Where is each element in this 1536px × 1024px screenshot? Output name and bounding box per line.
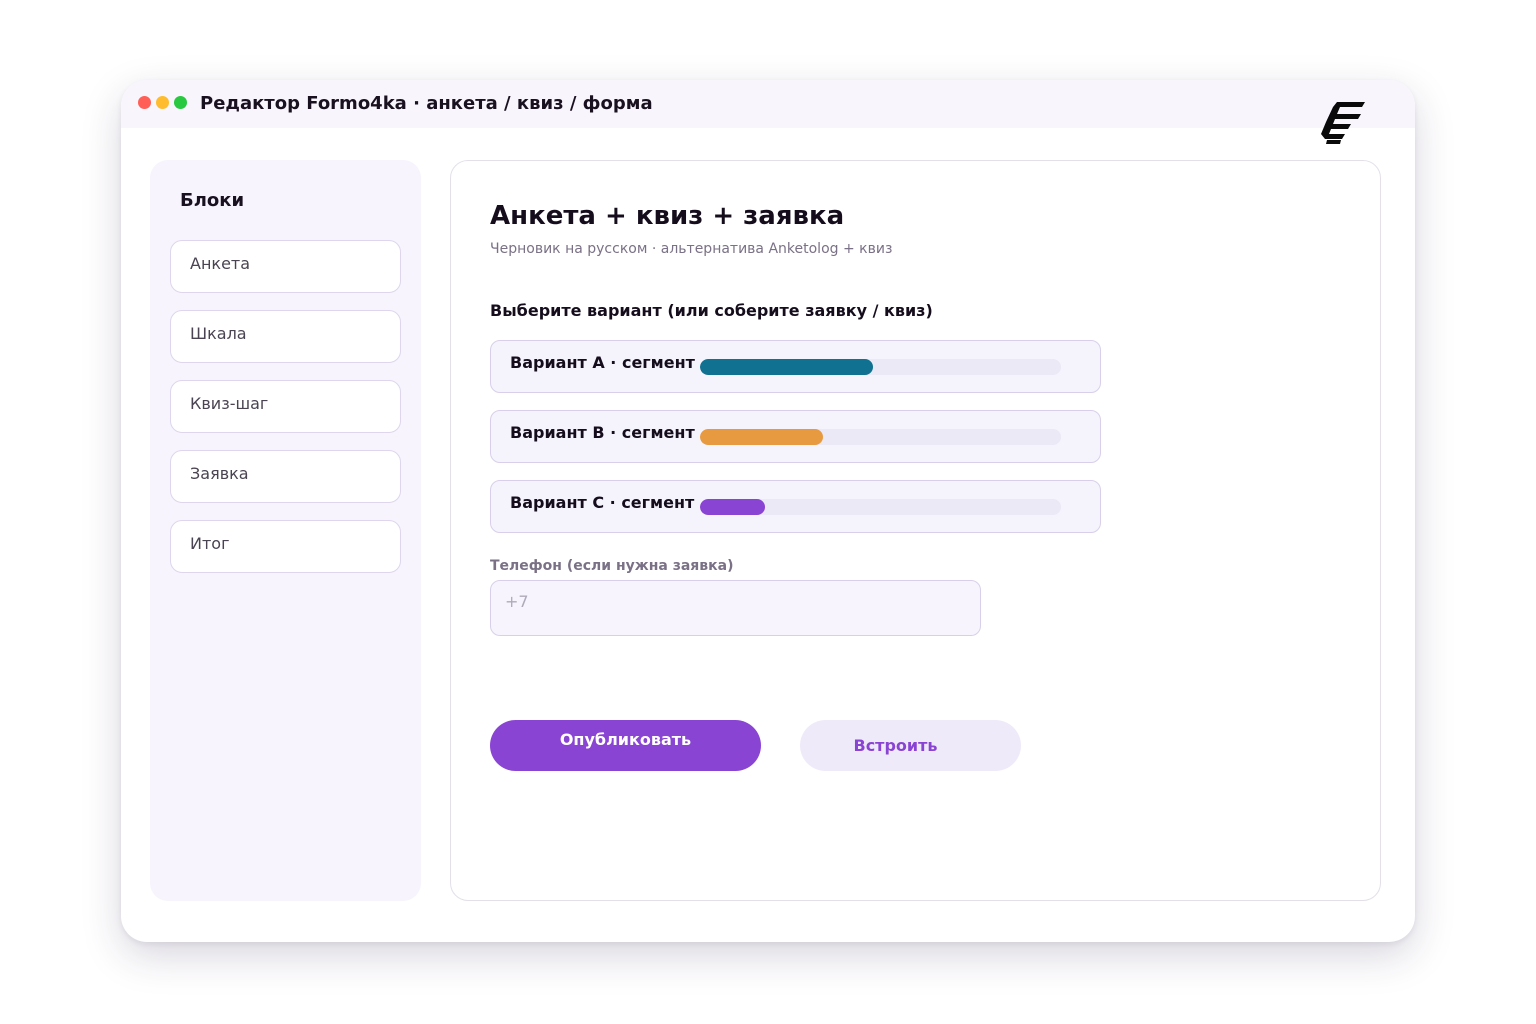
form-editor-panel: Анкета + квиз + заявка Черновик на русск… bbox=[450, 160, 1381, 901]
option-progress-track bbox=[700, 499, 1061, 515]
close-window-button[interactable] bbox=[138, 96, 151, 109]
option-label: Вариант A · сегмент bbox=[510, 353, 695, 372]
window-title: Редактор Formo4ka · анкета / квиз / форм… bbox=[200, 93, 653, 114]
option-label: Вариант C · сегмент bbox=[510, 493, 695, 512]
sidebar-item-result[interactable]: Итог bbox=[170, 520, 401, 573]
minimize-window-button[interactable] bbox=[156, 96, 169, 109]
sidebar-item-request[interactable]: Заявка bbox=[170, 450, 401, 503]
option-label: Вариант B · сегмент bbox=[510, 423, 695, 442]
page-title: Анкета + квиз + заявка bbox=[490, 201, 845, 231]
option-progress-track bbox=[700, 429, 1061, 445]
option-progress-track bbox=[700, 359, 1061, 375]
embed-button[interactable]: Встроить bbox=[800, 720, 1021, 771]
phone-field[interactable] bbox=[490, 580, 981, 636]
option-b[interactable]: Вариант B · сегмент bbox=[490, 410, 1101, 463]
phone-field-label: Телефон (если нужна заявка) bbox=[490, 558, 734, 574]
option-progress-fill bbox=[700, 499, 765, 515]
editor-window: Редактор Formo4ka · анкета / квиз / форм… bbox=[121, 80, 1415, 942]
formo4ka-logo-icon bbox=[1321, 102, 1365, 144]
option-a[interactable]: Вариант A · сегмент bbox=[490, 340, 1101, 393]
maximize-window-button[interactable] bbox=[174, 96, 187, 109]
option-progress-fill bbox=[700, 359, 874, 375]
blocks-sidebar: Блоки Анкета Шкала Квиз-шаг Заявка Итог bbox=[150, 160, 421, 901]
page-subtitle: Черновик на русском · альтернатива Anket… bbox=[490, 241, 893, 257]
sidebar-title: Блоки bbox=[180, 190, 245, 211]
titlebar: Редактор Formo4ka · анкета / квиз / форм… bbox=[121, 80, 1415, 128]
option-progress-fill bbox=[700, 429, 823, 445]
option-c[interactable]: Вариант C · сегмент bbox=[490, 480, 1101, 533]
publish-button[interactable]: Опубликовать bbox=[490, 720, 761, 771]
sidebar-item-quiz-step[interactable]: Квиз-шаг bbox=[170, 380, 401, 433]
sidebar-item-anketa[interactable]: Анкета bbox=[170, 240, 401, 293]
sidebar-item-scale[interactable]: Шкала bbox=[170, 310, 401, 363]
question-title: Выберите вариант (или соберите заявку / … bbox=[490, 301, 933, 320]
